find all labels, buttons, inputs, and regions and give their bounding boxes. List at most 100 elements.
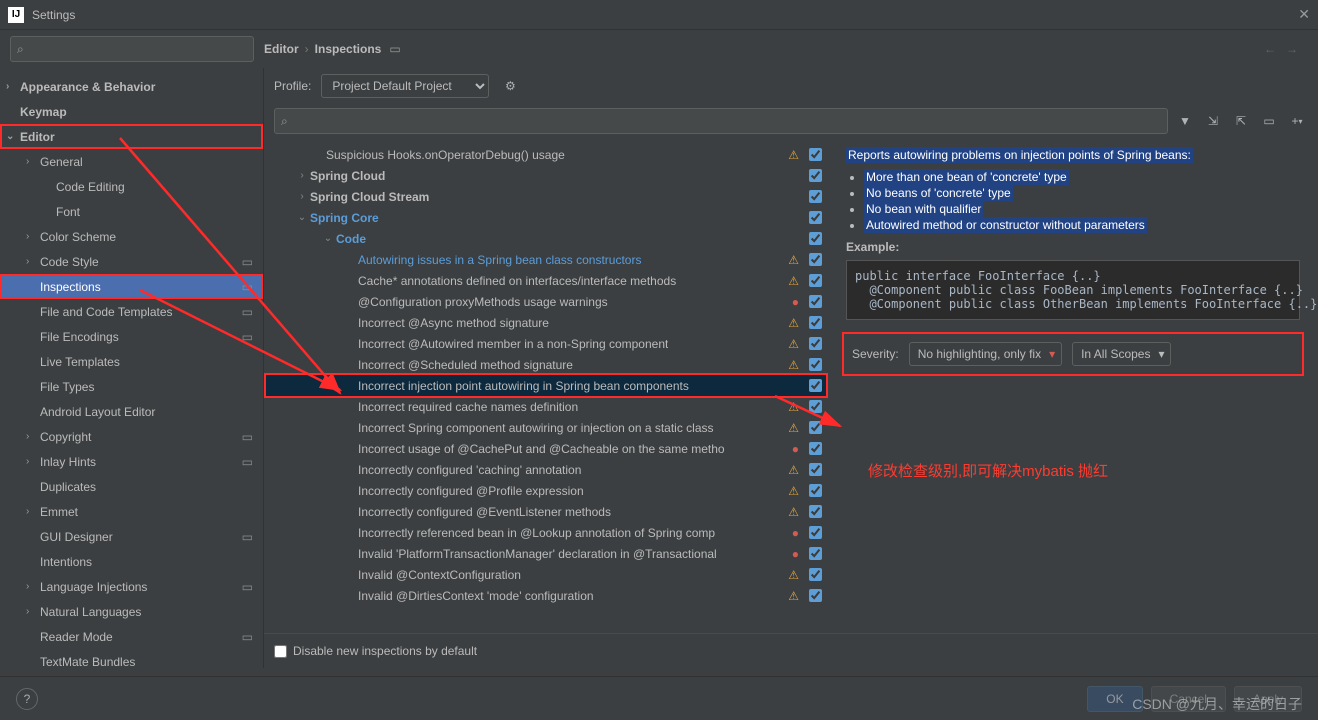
sidebar-item[interactable]: ⌄Editor <box>0 124 263 149</box>
gear-icon[interactable]: ⚙ <box>499 75 521 97</box>
warning-icon: ⚠ <box>788 484 799 498</box>
inspection-row[interactable]: ›Spring Cloud <box>264 165 828 186</box>
forward-icon[interactable]: → <box>1286 42 1298 56</box>
inspection-row[interactable]: Suspicious Hooks.onOperatorDebug() usage… <box>264 144 828 165</box>
sidebar-search-input[interactable] <box>28 42 247 56</box>
inspection-row[interactable]: Incorrect usage of @CachePut and @Cachea… <box>264 438 828 459</box>
inspection-row[interactable]: Autowiring issues in a Spring bean class… <box>264 249 828 270</box>
inspection-checkbox[interactable] <box>809 232 822 245</box>
sidebar-item[interactable]: Android Layout Editor <box>0 399 263 424</box>
sidebar-item[interactable]: ›Color Scheme <box>0 224 263 249</box>
close-icon[interactable]: ✕ <box>1298 6 1310 23</box>
warning-icon: ⚠ <box>788 421 799 435</box>
sidebar-item[interactable]: File Encodings▭ <box>0 324 263 349</box>
sidebar-item-label: Font <box>56 205 80 219</box>
sidebar-item[interactable]: ›Language Injections▭ <box>0 574 263 599</box>
inspection-row[interactable]: ⌄Code <box>264 228 828 249</box>
chevron-icon: › <box>26 431 29 442</box>
inspection-row[interactable]: @Configuration proxyMethods usage warnin… <box>264 291 828 312</box>
settings-sidebar[interactable]: › Appearance & Behavior Keymap⌄Editor›Gene… <box>0 68 264 668</box>
inspection-row[interactable]: Incorrect Spring component autowiring or… <box>264 417 828 438</box>
expand-all-icon[interactable]: ⇲ <box>1202 110 1224 132</box>
inspection-checkbox[interactable] <box>809 190 822 203</box>
sidebar-item[interactable]: › Appearance & Behavior <box>0 74 263 99</box>
add-icon[interactable]: +▾ <box>1286 110 1308 132</box>
sidebar-item[interactable]: Live Templates <box>0 349 263 374</box>
inspection-checkbox[interactable] <box>809 316 822 329</box>
sidebar-item[interactable]: Intentions <box>0 549 263 574</box>
sidebar-item[interactable]: TextMate Bundles <box>0 649 263 668</box>
inspection-row[interactable]: ⌄Spring Core <box>264 207 828 228</box>
sidebar-item[interactable]: File and Code Templates▭ <box>0 299 263 324</box>
sidebar-item[interactable]: ›Code Style▭ <box>0 249 263 274</box>
disable-checkbox[interactable] <box>274 645 287 658</box>
inspection-tree[interactable]: Suspicious Hooks.onOperatorDebug() usage… <box>264 140 828 633</box>
sidebar-item[interactable]: Font <box>0 199 263 224</box>
disable-new-inspections[interactable]: Disable new inspections by default <box>264 633 1318 668</box>
profile-select[interactable]: Project Default Project <box>321 74 489 98</box>
inspection-checkbox[interactable] <box>809 253 822 266</box>
inspection-checkbox[interactable] <box>809 442 822 455</box>
inspection-checkbox[interactable] <box>809 421 822 434</box>
inspection-label: Spring Core <box>310 211 379 225</box>
back-icon[interactable]: ← <box>1264 42 1276 56</box>
scope-icon: ▭ <box>242 630 253 644</box>
inspection-row[interactable]: Incorrect @Scheduled method signature⚠ <box>264 354 828 375</box>
collapse-all-icon[interactable]: ⇱ <box>1230 110 1252 132</box>
sidebar-item[interactable]: Inspections▭ <box>0 274 263 299</box>
inspection-row[interactable]: Cache* annotations defined on interfaces… <box>264 270 828 291</box>
scope-icon: ▭ <box>242 255 253 269</box>
inspection-checkbox[interactable] <box>809 379 822 392</box>
inspection-checkbox[interactable] <box>809 211 822 224</box>
inspection-row[interactable]: Invalid @ContextConfiguration⚠ <box>264 564 828 585</box>
inspection-checkbox[interactable] <box>809 148 822 161</box>
severity-combo[interactable]: No highlighting, only fix <box>909 342 1062 366</box>
inspection-row[interactable]: Incorrectly configured 'caching' annotat… <box>264 459 828 480</box>
inspection-row[interactable]: Invalid @DirtiesContext 'mode' configura… <box>264 585 828 606</box>
inspection-row[interactable]: Incorrect required cache names definitio… <box>264 396 828 417</box>
inspection-row[interactable]: Incorrect @Autowired member in a non-Spr… <box>264 333 828 354</box>
chevron-icon: › <box>6 81 9 92</box>
sidebar-item[interactable]: ›Copyright▭ <box>0 424 263 449</box>
inspection-row[interactable]: Incorrectly referenced bean in @Lookup a… <box>264 522 828 543</box>
inspection-search[interactable]: ⌕ <box>274 108 1168 134</box>
inspection-row[interactable]: Incorrectly configured @Profile expressi… <box>264 480 828 501</box>
inspection-checkbox[interactable] <box>809 463 822 476</box>
inspection-checkbox[interactable] <box>809 358 822 371</box>
inspection-checkbox[interactable] <box>809 337 822 350</box>
inspection-label: Autowiring issues in a Spring bean class… <box>358 253 641 267</box>
inspection-checkbox[interactable] <box>809 526 822 539</box>
inspection-row[interactable]: Incorrect injection point autowiring in … <box>264 375 828 396</box>
inspection-checkbox[interactable] <box>809 547 822 560</box>
inspection-checkbox[interactable] <box>809 274 822 287</box>
toggle-icon[interactable]: ▭ <box>1258 110 1280 132</box>
sidebar-item[interactable]: ›General <box>0 149 263 174</box>
sidebar-item[interactable]: ›Natural Languages <box>0 599 263 624</box>
inspection-checkbox[interactable] <box>809 568 822 581</box>
inspection-checkbox[interactable] <box>809 505 822 518</box>
sidebar-item[interactable]: Code Editing <box>0 174 263 199</box>
sidebar-item[interactable]: ›Inlay Hints▭ <box>0 449 263 474</box>
inspection-row[interactable]: Incorrect @Async method signature⚠ <box>264 312 828 333</box>
inspection-row[interactable]: ›Spring Cloud Stream <box>264 186 828 207</box>
inspection-checkbox[interactable] <box>809 484 822 497</box>
sidebar-item[interactable]: ›Emmet <box>0 499 263 524</box>
inspection-row[interactable]: Invalid 'PlatformTransactionManager' dec… <box>264 543 828 564</box>
sidebar-item[interactable]: File Types <box>0 374 263 399</box>
inspection-checkbox[interactable] <box>809 589 822 602</box>
sidebar-item-label: Appearance & Behavior <box>20 80 155 94</box>
inspection-checkbox[interactable] <box>809 295 822 308</box>
sidebar-item[interactable]: Keymap <box>0 99 263 124</box>
sidebar-search[interactable]: ⌕ <box>10 36 254 62</box>
inspection-checkbox[interactable] <box>809 169 822 182</box>
sidebar-item[interactable]: GUI Designer▭ <box>0 524 263 549</box>
sidebar-item[interactable]: Duplicates <box>0 474 263 499</box>
inspection-row[interactable]: Incorrectly configured @EventListener me… <box>264 501 828 522</box>
filter-icon[interactable]: ▼ <box>1174 110 1196 132</box>
help-icon[interactable]: ? <box>16 688 38 710</box>
scope-combo[interactable]: In All Scopes <box>1072 342 1171 366</box>
inspection-search-input[interactable] <box>292 114 1161 128</box>
annotation-text: 修改检查级别,即可解决mybatis 抛红 <box>868 460 1108 481</box>
inspection-checkbox[interactable] <box>809 400 822 413</box>
sidebar-item[interactable]: Reader Mode▭ <box>0 624 263 649</box>
